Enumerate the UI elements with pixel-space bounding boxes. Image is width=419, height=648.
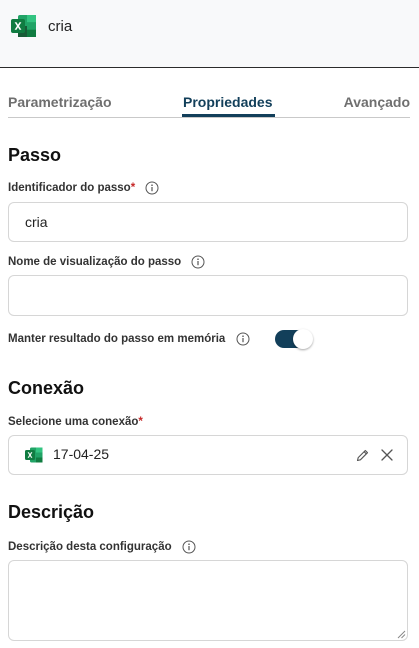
tab-bar: Parametrização Propriedades Avançado xyxy=(8,92,410,118)
descricao-config-label-text: Descrição desta configuração xyxy=(8,541,172,554)
conexao-selected-value: 17-04-25 xyxy=(53,446,110,462)
step-title: cria xyxy=(48,18,73,35)
excel-icon xyxy=(11,15,36,37)
required-marker: * xyxy=(130,182,136,195)
tab-propriedades[interactable]: Propriedades xyxy=(183,94,272,110)
info-icon[interactable] xyxy=(191,255,205,269)
section-title-passo: Passo xyxy=(8,145,62,165)
selecione-conexao-label-text: Selecione uma conexão xyxy=(8,416,139,428)
descricao-textarea[interactable] xyxy=(8,560,408,641)
nome-visualizacao-label: Nome de visualização do passo xyxy=(8,255,205,269)
resize-handle-icon[interactable] xyxy=(397,630,406,639)
tab-parametrizacao[interactable]: Parametrização xyxy=(8,94,112,110)
info-icon[interactable] xyxy=(182,540,196,554)
nome-visualizacao-label-text: Nome de visualização do passo xyxy=(8,256,182,269)
toggle-knob xyxy=(293,329,313,349)
excel-icon xyxy=(25,447,43,463)
nome-visualizacao-input[interactable] xyxy=(8,275,408,316)
required-marker: * xyxy=(138,416,143,428)
selecione-conexao-label: Selecione uma conexão* xyxy=(8,416,143,428)
info-icon[interactable] xyxy=(236,332,250,346)
conexao-select[interactable]: 17-04-25 xyxy=(8,435,408,475)
section-title-conexao: Conexão xyxy=(8,378,85,398)
step-header: cria xyxy=(0,0,419,68)
close-icon[interactable] xyxy=(380,448,394,462)
manter-resultado-label-text: Manter resultado do passo em memória xyxy=(8,333,226,346)
manter-resultado-toggle[interactable] xyxy=(275,329,313,349)
identificador-input[interactable]: cria xyxy=(8,202,408,242)
descricao-config-label: Descrição desta configuração xyxy=(8,540,196,554)
identificador-label-text: Identificador do passo xyxy=(8,182,131,195)
tab-avancado[interactable]: Avançado xyxy=(344,94,410,110)
active-tab-indicator xyxy=(182,114,275,117)
identificador-label: Identificador do passo* xyxy=(8,181,159,195)
section-title-descricao: Descrição xyxy=(8,502,95,522)
info-icon[interactable] xyxy=(145,181,159,195)
identificador-value: cria xyxy=(25,214,48,230)
manter-resultado-label: Manter resultado do passo em memória xyxy=(8,332,250,346)
pencil-icon[interactable] xyxy=(355,448,370,463)
